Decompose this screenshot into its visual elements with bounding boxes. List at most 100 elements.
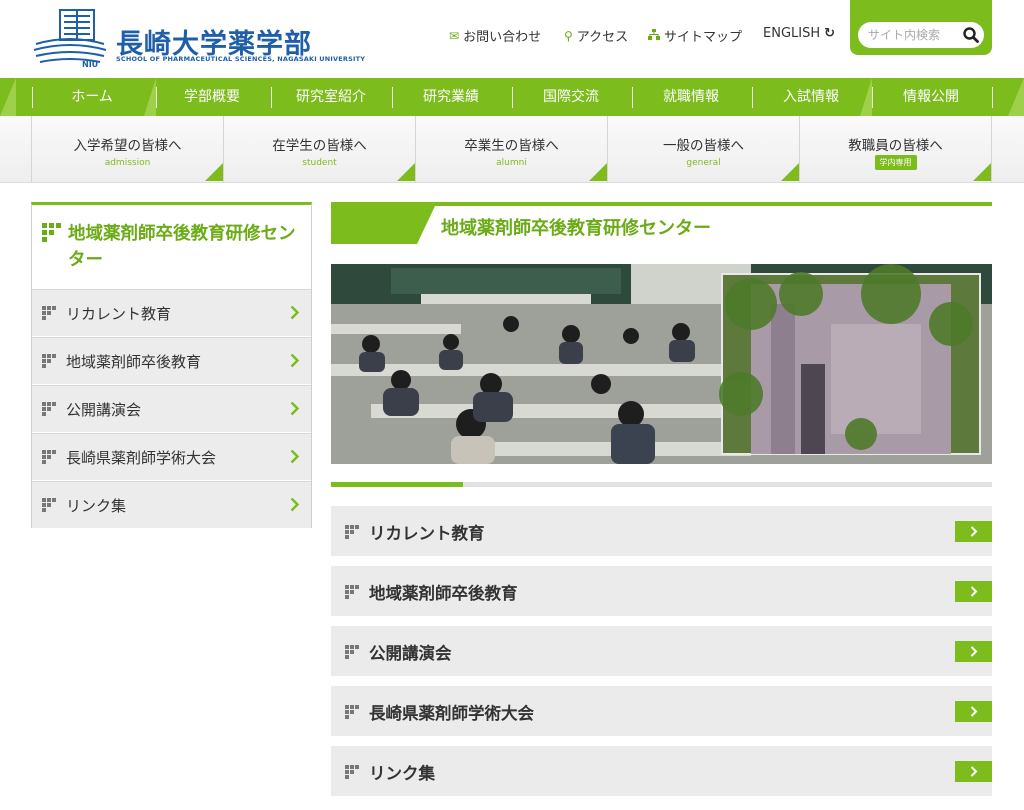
nav-deco <box>860 78 872 116</box>
nav-deco <box>144 78 156 116</box>
hero-slideshow-image <box>331 264 992 464</box>
sidebar-item-label: 公開講演会 <box>66 401 142 419</box>
audience-sub: general <box>686 158 721 168</box>
square-bullet-icon <box>42 450 56 464</box>
square-bullet-icon <box>345 705 359 719</box>
square-bullet-icon <box>42 223 61 242</box>
chevron-right-icon <box>970 526 978 537</box>
nav-separator <box>512 87 513 108</box>
nav-separator <box>872 87 873 108</box>
access-label: アクセス <box>576 30 629 45</box>
audience-admission[interactable]: 入学希望の皆様へ admission <box>31 116 223 183</box>
sitemap-icon <box>648 28 660 43</box>
audience-sub: admission <box>104 158 151 168</box>
site-header: NIU 長崎大学薬学部 SCHOOL OF PHARMACEUTICAL SCI… <box>0 0 1024 78</box>
corner-arrow-icon <box>781 163 799 181</box>
nav-separator <box>752 87 753 108</box>
sidebar-item-recurrent[interactable]: リカレント教育 <box>32 289 311 336</box>
sitemap-link[interactable]: サイトマップ <box>648 26 742 45</box>
nav-international[interactable]: 国際交流 <box>516 78 626 116</box>
sidebar-item-label: リンク集 <box>66 497 127 515</box>
audience-label: 一般の皆様へ <box>663 138 744 154</box>
contact-link[interactable]: ✉ お問い合わせ <box>449 26 542 46</box>
content-link-links[interactable]: リンク集 <box>331 746 992 796</box>
content-link-label: リカレント教育 <box>369 524 485 543</box>
audience-general[interactable]: 一般の皆様へ general <box>607 116 799 183</box>
content-link-postgrad[interactable]: 地域薬剤師卒後教育 <box>331 566 992 616</box>
search-panel <box>850 0 992 55</box>
nav-separator <box>992 87 993 108</box>
square-bullet-icon <box>42 306 56 320</box>
sidebar-item-postgrad[interactable]: 地域薬剤師卒後教育 <box>32 337 311 384</box>
nav-home[interactable]: ホーム <box>40 78 144 116</box>
audience-staff[interactable]: 教職員の皆様へ 学内専用 <box>799 116 992 183</box>
sidebar-item-label: 地域薬剤師卒後教育 <box>66 353 202 371</box>
university-logo-icon[interactable]: NIU <box>30 4 110 70</box>
chevron-right-icon <box>290 353 299 368</box>
nav-about[interactable]: 学部概要 <box>160 78 264 116</box>
sidebar-item-links[interactable]: リンク集 <box>32 481 311 528</box>
sidebar: 地域薬剤師卒後教育研修センター リカレント教育 地域薬剤師卒後教育 公開講演会 … <box>31 202 312 528</box>
sidebar-title[interactable]: 地域薬剤師卒後教育研修センター <box>68 221 300 273</box>
arrow-button[interactable] <box>955 581 992 602</box>
sidebar-header: 地域薬剤師卒後教育研修センター <box>32 205 311 289</box>
chevron-right-icon <box>970 766 978 777</box>
chevron-right-icon <box>970 706 978 717</box>
nav-labs[interactable]: 研究室紹介 <box>276 78 386 116</box>
contact-label: お問い合わせ <box>463 30 542 45</box>
chevron-right-icon <box>290 401 299 416</box>
nav-separator <box>392 87 393 108</box>
internal-only-badge: 学内専用 <box>874 155 917 170</box>
slider-progress-bar <box>331 482 992 487</box>
nav-research[interactable]: 研究業績 <box>396 78 506 116</box>
arrow-button[interactable] <box>955 521 992 542</box>
sidebar-item-conference[interactable]: 長崎県薬剤師学術大会 <box>32 433 311 480</box>
square-bullet-icon <box>42 498 56 512</box>
nav-deco <box>1008 78 1024 116</box>
corner-arrow-icon <box>205 163 223 181</box>
audience-sub: alumni <box>496 158 527 168</box>
audience-label: 入学希望の皆様へ <box>73 138 182 154</box>
nav-deco <box>0 78 16 116</box>
arrow-button[interactable] <box>955 701 992 722</box>
content-link-recurrent[interactable]: リカレント教育 <box>331 506 992 556</box>
nav-admission[interactable]: 入試情報 <box>756 78 866 116</box>
chevron-right-icon <box>290 305 299 320</box>
slider-progress-fill <box>331 482 464 487</box>
refresh-icon: ↻ <box>824 26 836 41</box>
audience-student[interactable]: 在学生の皆様へ student <box>223 116 415 183</box>
chevron-right-icon <box>290 497 299 512</box>
nav-separator <box>271 87 272 108</box>
page-title: 地域薬剤師卒後教育研修センター <box>441 218 711 239</box>
content-header: 地域薬剤師卒後教育研修センター <box>331 202 992 244</box>
nav-separator <box>156 87 157 108</box>
arrow-button[interactable] <box>955 641 992 662</box>
content-link-label: 長崎県薬剤師学術大会 <box>369 704 534 723</box>
audience-sub: student <box>302 158 337 168</box>
content-link-label: リンク集 <box>369 764 435 783</box>
nav-disclosure[interactable]: 情報公開 <box>876 78 986 116</box>
audience-label: 在学生の皆様へ <box>272 138 367 154</box>
corner-arrow-icon <box>589 163 607 181</box>
search-icon[interactable] <box>962 26 980 44</box>
content-link-label: 公開講演会 <box>369 644 452 663</box>
content-link-label: 地域薬剤師卒後教育 <box>369 584 518 603</box>
square-bullet-icon <box>42 402 56 416</box>
content-link-conference[interactable]: 長崎県薬剤師学術大会 <box>331 686 992 736</box>
mail-icon: ✉ <box>449 28 460 43</box>
audience-label: 教職員の皆様へ <box>848 138 943 154</box>
corner-arrow-icon <box>973 163 991 181</box>
square-bullet-icon <box>345 765 359 779</box>
nav-career[interactable]: 就職情報 <box>636 78 746 116</box>
access-link[interactable]: ⚲ アクセス <box>564 26 629 46</box>
content-link-lectures[interactable]: 公開講演会 <box>331 626 992 676</box>
square-bullet-icon <box>345 525 359 539</box>
audience-alumni[interactable]: 卒業生の皆様へ alumni <box>415 116 607 183</box>
nav-separator <box>32 87 33 108</box>
arrow-button[interactable] <box>955 761 992 782</box>
main-nav: ホーム 学部概要 研究室紹介 研究業績 国際交流 就職情報 入試情報 情報公開 <box>0 78 1024 116</box>
sidebar-item-lectures[interactable]: 公開講演会 <box>32 385 311 432</box>
english-link[interactable]: ENGLISH ↻ <box>763 26 835 41</box>
audience-label: 卒業生の皆様へ <box>464 138 559 154</box>
square-bullet-icon <box>345 645 359 659</box>
